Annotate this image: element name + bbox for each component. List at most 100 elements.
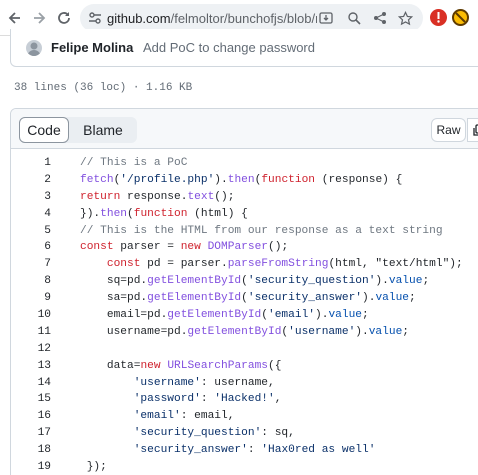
line-number[interactable]: 9 — [11, 292, 51, 304]
url-host: github.com — [107, 11, 171, 26]
code-token: parser = — [113, 241, 181, 254]
line-number[interactable]: 6 — [11, 241, 51, 253]
code-token: sa=pd. — [80, 292, 148, 305]
commit-author[interactable]: Felipe Molina — [51, 40, 133, 55]
line-number[interactable]: 18 — [11, 444, 51, 456]
line-number[interactable]: 11 — [11, 326, 51, 338]
latest-commit-bar: Felipe Molina Add PoC to change password — [10, 29, 478, 67]
line-code: username=pd.getElementById('username').v… — [80, 326, 409, 338]
line-code: 'security_answer': 'Hax0red as well' — [80, 444, 376, 457]
code-token: email=pd. — [80, 309, 168, 322]
code-token: 'Hax0red as well' — [261, 444, 376, 457]
code-token: 'password' — [133, 393, 201, 406]
url-text[interactable]: github.com/felmoltor/bunchofjs/blob/mai.… — [107, 11, 317, 26]
file-header: Code Blame Raw — [11, 109, 478, 149]
code-token: 'Hacked!' — [214, 393, 275, 406]
code-token: then — [227, 173, 255, 186]
code-token: // This is a PoC — [80, 157, 188, 169]
code-line: 2 fetch('/profile.php').then(function (re… — [11, 174, 478, 191]
code-token: text — [187, 190, 215, 203]
line-code: 'email': email, — [80, 410, 235, 422]
line-code: // This is the HTML from our response as… — [80, 225, 443, 237]
line-number[interactable]: 17 — [11, 427, 51, 439]
code-token: username=pd. — [80, 325, 188, 338]
extension-block-icon[interactable] — [452, 9, 469, 26]
code-token: 'email' — [268, 309, 315, 322]
install-icon[interactable] — [318, 10, 334, 26]
line-number[interactable]: 15 — [11, 393, 51, 405]
code-line: 16 'email': email, — [11, 410, 478, 427]
line-number[interactable]: 1 — [11, 157, 51, 169]
tab-blame[interactable]: Blame — [73, 117, 133, 143]
back-button[interactable] — [4, 7, 26, 29]
code-token: (); — [214, 190, 235, 203]
line-number[interactable]: 19 — [11, 461, 51, 473]
code-line: 4}).then(function (html) { — [11, 208, 478, 225]
bookmark-star-icon[interactable] — [397, 10, 413, 26]
code-token: 'security_answer' — [133, 444, 248, 457]
share-icon[interactable] — [372, 10, 388, 26]
tab-code[interactable]: Code — [19, 117, 69, 143]
code-line: 12 — [11, 343, 478, 360]
code-line: 11 username=pd.getElementById('username'… — [11, 326, 478, 343]
code-token: ; — [409, 292, 416, 305]
code-content[interactable]: 1// This is a PoC 2 fetch('/profile.php').… — [11, 157, 478, 475]
address-bar[interactable]: github.com/felmoltor/bunchofjs/blob/mai.… — [80, 4, 423, 32]
line-number[interactable]: 10 — [11, 309, 51, 321]
copy-icon — [473, 124, 478, 136]
code-token: }). — [80, 207, 101, 220]
site-info-icon[interactable] — [88, 11, 102, 25]
code-token: 'security_question' — [133, 427, 262, 440]
forward-button[interactable] — [28, 7, 50, 29]
line-number[interactable]: 5 — [11, 225, 51, 237]
code-token: new — [180, 241, 201, 254]
reload-button[interactable] — [53, 7, 75, 29]
code-line: 13 data=new URLSearchParams({ — [11, 360, 478, 377]
author-avatar[interactable] — [26, 40, 42, 56]
code-token: value — [328, 309, 363, 322]
line-number[interactable]: 8 — [11, 275, 51, 287]
line-number[interactable]: 12 — [11, 343, 51, 355]
line-number[interactable]: 14 — [11, 377, 51, 389]
code-token: const — [80, 241, 114, 254]
zoom-icon[interactable] — [346, 10, 362, 26]
line-number[interactable]: 4 — [11, 208, 51, 220]
code-token: value — [375, 292, 410, 305]
line-code: return response.text(); — [80, 191, 234, 203]
code-token: const — [106, 258, 141, 271]
view-toggle: Code Blame — [19, 117, 137, 143]
code-token: ({ — [268, 359, 282, 372]
code-token: ( — [261, 309, 268, 322]
code-token: ( — [241, 292, 248, 305]
code-token: response. — [120, 190, 188, 203]
code-token: : — [247, 444, 262, 457]
code-token: getElementById — [167, 309, 262, 322]
line-number[interactable]: 16 — [11, 410, 51, 422]
code-token: (); — [268, 241, 289, 254]
code-token: ). — [355, 325, 369, 338]
code-line: 19 }); — [11, 461, 478, 475]
commit-message[interactable]: Add PoC to change password — [143, 40, 315, 55]
code-token: getElementById — [187, 325, 282, 338]
extension-shield-icon[interactable] — [430, 9, 447, 26]
code-token: then — [100, 207, 128, 220]
code-token: , — [274, 393, 282, 406]
line-code: data=new URLSearchParams({ — [80, 359, 282, 372]
line-number[interactable]: 3 — [11, 191, 51, 203]
code-line: 3 return response.text(); — [11, 191, 478, 208]
code-token: fetch — [80, 173, 114, 186]
code-line: 6 const parser = new DOMParser(); — [11, 241, 478, 258]
line-number[interactable]: 13 — [11, 360, 51, 372]
line-number[interactable]: 7 — [11, 258, 51, 270]
code-token: value — [368, 325, 403, 338]
line-number[interactable]: 2 — [11, 174, 51, 186]
raw-button[interactable]: Raw — [431, 118, 466, 142]
copy-raw-button[interactable] — [467, 118, 478, 142]
code-line: 10 email=pd.getElementById('email').valu… — [11, 309, 478, 326]
